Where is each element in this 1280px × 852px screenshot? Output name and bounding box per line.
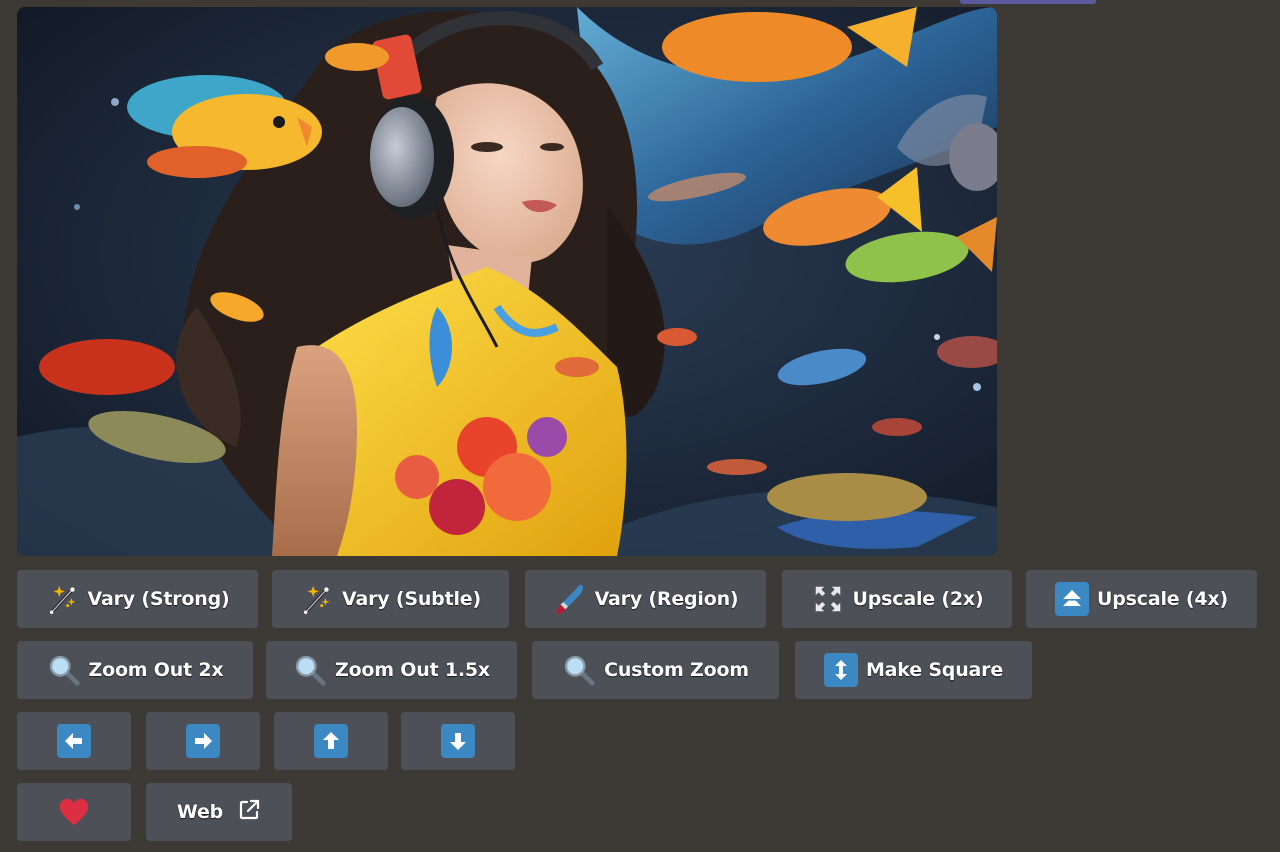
- arrow-down-icon: [441, 724, 475, 758]
- magic-wand-icon: [46, 582, 80, 616]
- magnifier-icon: [562, 653, 596, 687]
- upscale-2x-button[interactable]: Upscale (2x): [782, 570, 1012, 628]
- external-link-icon: [237, 798, 261, 827]
- paintbrush-icon: [553, 582, 587, 616]
- web-label: Web: [176, 801, 224, 823]
- generated-image[interactable]: [17, 7, 997, 556]
- vary-strong-button[interactable]: Vary (Strong): [17, 570, 258, 628]
- zoom-out-1-5x-label: Zoom Out 1.5x: [335, 659, 490, 681]
- pan-up-button[interactable]: [274, 712, 388, 770]
- heart-icon: [57, 795, 91, 829]
- zoom-out-1-5x-button[interactable]: Zoom Out 1.5x: [266, 641, 517, 699]
- magnifier-icon: [293, 653, 327, 687]
- vary-region-label: Vary (Region): [594, 588, 739, 610]
- vary-region-button[interactable]: Vary (Region): [525, 570, 766, 628]
- upscale-4x-button[interactable]: Upscale (4x): [1026, 570, 1257, 628]
- previous-message-button-edge: [960, 0, 1096, 4]
- pan-right-button[interactable]: [146, 712, 260, 770]
- expand-arrows-icon: [811, 582, 845, 616]
- vary-strong-label: Vary (Strong): [87, 588, 230, 610]
- web-button[interactable]: Web: [146, 783, 292, 841]
- zoom-out-2x-button[interactable]: Zoom Out 2x: [17, 641, 253, 699]
- upscale-4x-label: Upscale (4x): [1097, 588, 1228, 610]
- up-down-arrow-icon: [823, 653, 858, 687]
- make-square-label: Make Square: [865, 659, 1004, 681]
- vary-subtle-label: Vary (Subtle): [342, 588, 481, 610]
- vary-subtle-button[interactable]: Vary (Subtle): [272, 570, 509, 628]
- double-up-arrow-icon: [1055, 582, 1090, 616]
- custom-zoom-button[interactable]: Custom Zoom: [532, 641, 779, 699]
- make-square-button[interactable]: Make Square: [795, 641, 1032, 699]
- pan-left-button[interactable]: [17, 712, 131, 770]
- magic-wand-icon: [300, 582, 334, 616]
- custom-zoom-label: Custom Zoom: [604, 659, 749, 681]
- favorite-button[interactable]: [17, 783, 131, 841]
- arrow-right-icon: [186, 724, 220, 758]
- generated-image-art: [17, 7, 997, 556]
- arrow-left-icon: [57, 724, 91, 758]
- magnifier-icon: [47, 653, 81, 687]
- upscale-2x-label: Upscale (2x): [852, 588, 984, 610]
- pan-down-button[interactable]: [401, 712, 515, 770]
- zoom-out-2x-label: Zoom Out 2x: [88, 659, 224, 681]
- arrow-up-icon: [314, 724, 348, 758]
